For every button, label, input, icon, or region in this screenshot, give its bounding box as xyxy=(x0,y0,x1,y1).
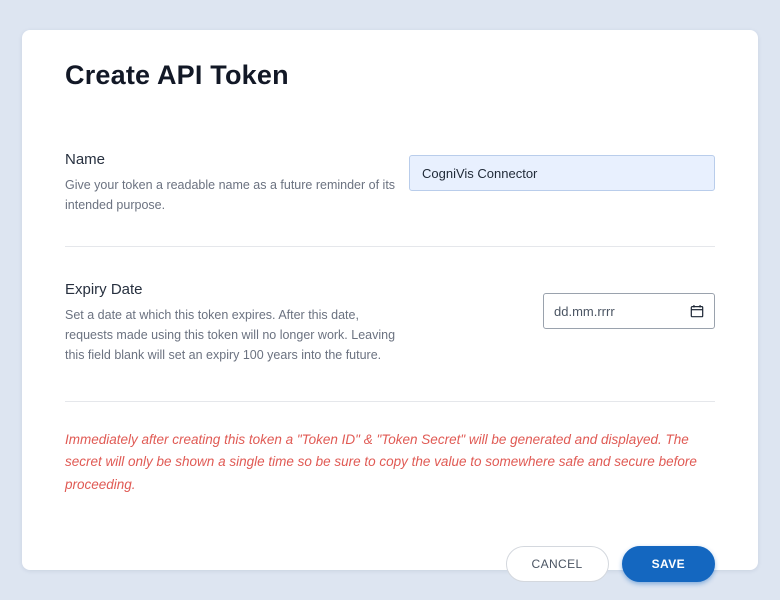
divider xyxy=(65,401,715,402)
date-placeholder: dd.mm.rrrr xyxy=(554,304,615,319)
expiry-date-input[interactable]: dd.mm.rrrr xyxy=(543,293,715,329)
expiry-field-description: Set a date at which this token expires. … xyxy=(65,305,405,365)
expiry-field-info: Expiry Date Set a date at which this tok… xyxy=(65,281,405,365)
divider xyxy=(65,246,715,247)
create-api-token-dialog: Create API Token Name Give your token a … xyxy=(22,30,758,570)
save-button[interactable]: SAVE xyxy=(622,546,715,582)
expiry-field-label: Expiry Date xyxy=(65,281,405,298)
page-title: Create API Token xyxy=(65,60,715,91)
token-name-input[interactable] xyxy=(409,155,715,191)
cancel-button[interactable]: CANCEL xyxy=(506,546,609,582)
name-field-info: Name Give your token a readable name as … xyxy=(65,151,405,215)
calendar-icon[interactable] xyxy=(690,304,704,318)
expiry-field-row: Expiry Date Set a date at which this tok… xyxy=(65,281,715,365)
name-field-label: Name xyxy=(65,151,405,168)
name-field-row: Name Give your token a readable name as … xyxy=(65,151,715,215)
token-secret-warning: Immediately after creating this token a … xyxy=(65,429,715,496)
name-field-description: Give your token a readable name as a fut… xyxy=(65,175,405,215)
action-bar: CANCEL SAVE xyxy=(65,546,715,582)
